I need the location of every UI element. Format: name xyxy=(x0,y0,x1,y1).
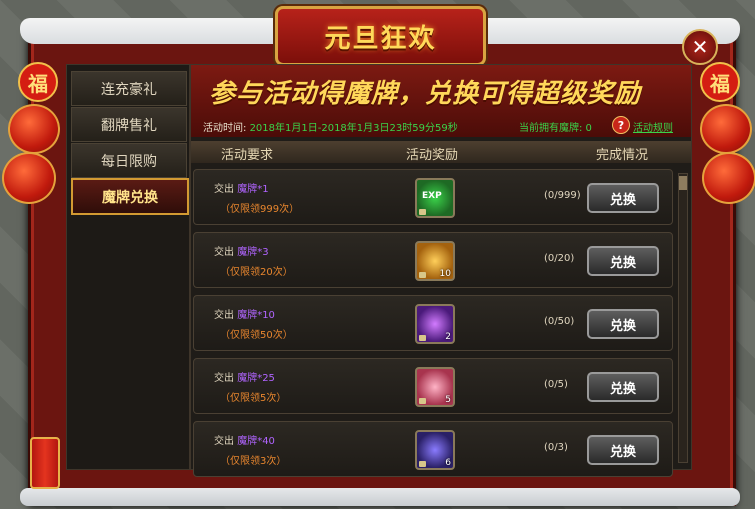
close-icon: ✕ xyxy=(691,35,709,59)
row-progress: (0/3) xyxy=(544,442,568,453)
exchange-button[interactable]: 兑换 xyxy=(587,309,659,339)
row-limit: （仅限领3次） xyxy=(220,456,287,467)
row-limit: （仅限领999次） xyxy=(220,204,300,215)
event-time: 活动时间: 2018年1月1日-2018年1月3日23时59分59秒 xyxy=(203,123,458,134)
help-icon[interactable]: ? xyxy=(612,116,630,134)
row-progress: (0/5) xyxy=(544,379,568,390)
scrollbar-thumb[interactable] xyxy=(679,176,687,190)
tab-card-flip-sale[interactable]: 翻牌售礼 xyxy=(71,107,187,142)
exchange-panel: 参与活动得魔牌，兑换可得超级奖励 活动时间: 2018年1月1日-2018年1月… xyxy=(190,64,692,477)
column-headers: 活动要求 活动奖励 完成情况 xyxy=(191,141,691,163)
exchange-row: 交出 魔牌*1 （仅限领999次） EXP (0/999) 兑换 xyxy=(193,169,673,225)
row-requirement: 交出 魔牌*25 xyxy=(214,373,275,384)
row-limit: （仅限领50次） xyxy=(220,330,293,341)
snow-decoration-bottom xyxy=(20,488,740,506)
owned-magic-cards: 当前拥有魔牌: 0 xyxy=(519,123,592,134)
row-requirement: 交出 魔牌*3 xyxy=(214,247,269,258)
column-reward: 活动奖励 xyxy=(406,148,459,163)
lock-icon xyxy=(419,398,426,404)
exchange-button[interactable]: 兑换 xyxy=(587,246,659,276)
column-status: 完成情况 xyxy=(596,148,649,163)
lock-icon xyxy=(419,461,426,467)
row-limit: （仅限领5次） xyxy=(220,393,287,404)
row-requirement: 交出 魔牌*40 xyxy=(214,436,275,447)
firecracker-decoration xyxy=(30,437,60,489)
purple-orb-icon[interactable]: 2 xyxy=(415,304,455,344)
banner-headline: 参与活动得魔牌，兑换可得超级奖励 xyxy=(209,79,642,109)
close-button[interactable]: ✕ xyxy=(682,29,718,65)
exchange-row: 交出 魔牌*40 （仅限领3次） 6 (0/3) 兑换 xyxy=(193,421,673,477)
lock-icon xyxy=(419,209,426,215)
lotus-icon[interactable]: 5 xyxy=(415,367,455,407)
star-gem-icon[interactable]: 6 xyxy=(415,430,455,470)
feather-icon[interactable]: 10 xyxy=(415,241,455,281)
exchange-button[interactable]: 兑换 xyxy=(587,183,659,213)
tab-magic-card-exchange[interactable]: 魔牌兑换 xyxy=(71,178,189,215)
row-progress: (0/20) xyxy=(544,253,575,264)
window-title-plate: 元旦狂欢 xyxy=(275,6,486,66)
fu-charm-left: 福 xyxy=(18,62,58,102)
window-title: 元旦狂欢 xyxy=(324,23,437,54)
exchange-row: 交出 魔牌*3 （仅限领20次） 10 (0/20) 兑换 xyxy=(193,232,673,288)
row-progress: (0/50) xyxy=(544,316,575,327)
tab-daily-limited[interactable]: 每日限购 xyxy=(71,143,187,178)
row-limit: （仅限领20次） xyxy=(220,267,293,278)
lantern-right-2 xyxy=(702,152,755,204)
exchange-row: 交出 魔牌*10 （仅限领50次） 2 (0/50) 兑换 xyxy=(193,295,673,351)
tab-recharge-gift[interactable]: 连充豪礼 xyxy=(71,71,187,106)
rules-link[interactable]: 活动规则 xyxy=(633,119,673,134)
exchange-button[interactable]: 兑换 xyxy=(587,435,659,465)
row-requirement: 交出 魔牌*10 xyxy=(214,310,275,321)
event-banner: 参与活动得魔牌，兑换可得超级奖励 活动时间: 2018年1月1日-2018年1月… xyxy=(191,65,691,137)
lock-icon xyxy=(419,335,426,341)
exchange-button[interactable]: 兑换 xyxy=(587,372,659,402)
lantern-left-1 xyxy=(8,104,60,154)
row-progress: (0/999) xyxy=(544,190,581,201)
fu-charm-right: 福 xyxy=(700,62,740,102)
exchange-row: 交出 魔牌*25 （仅限领5次） 5 (0/5) 兑换 xyxy=(193,358,673,414)
lantern-left-2 xyxy=(2,152,56,204)
lock-icon xyxy=(419,272,426,278)
lantern-right-1 xyxy=(700,104,752,154)
sidebar-tabs: 连充豪礼 翻牌售礼 每日限购 魔牌兑换 xyxy=(66,64,190,470)
column-requirement: 活动要求 xyxy=(221,148,274,163)
row-requirement: 交出 魔牌*1 xyxy=(214,184,269,195)
exp-orb-icon[interactable]: EXP xyxy=(415,178,455,218)
list-scrollbar[interactable] xyxy=(678,173,688,463)
